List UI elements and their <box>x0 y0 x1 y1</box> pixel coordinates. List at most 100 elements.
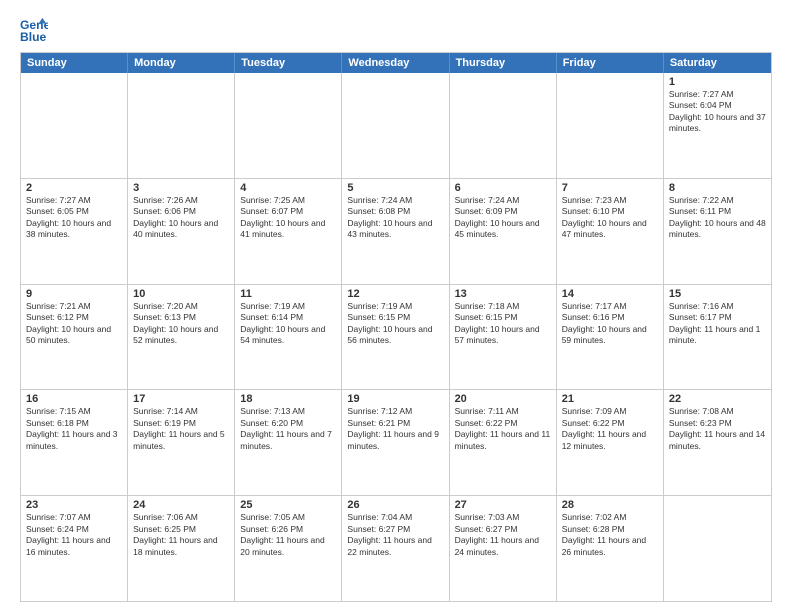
day-info: Sunrise: 7:19 AM Sunset: 6:14 PM Dayligh… <box>240 301 336 347</box>
day-number: 20 <box>455 393 551 405</box>
calendar-cell-2-6: 7Sunrise: 7:23 AM Sunset: 6:10 PM Daylig… <box>557 179 664 284</box>
calendar-cell-5-6: 28Sunrise: 7:02 AM Sunset: 6:28 PM Dayli… <box>557 496 664 601</box>
calendar-cell-5-1: 23Sunrise: 7:07 AM Sunset: 6:24 PM Dayli… <box>21 496 128 601</box>
day-number: 3 <box>133 182 229 194</box>
day-number: 24 <box>133 499 229 511</box>
day-number: 25 <box>240 499 336 511</box>
day-info: Sunrise: 7:27 AM Sunset: 6:05 PM Dayligh… <box>26 195 122 241</box>
day-number: 14 <box>562 288 658 300</box>
day-number: 4 <box>240 182 336 194</box>
calendar-week-1: 1Sunrise: 7:27 AM Sunset: 6:04 PM Daylig… <box>21 73 771 179</box>
calendar-cell-5-5: 27Sunrise: 7:03 AM Sunset: 6:27 PM Dayli… <box>450 496 557 601</box>
day-number: 2 <box>26 182 122 194</box>
calendar-cell-1-2 <box>128 73 235 178</box>
day-info: Sunrise: 7:14 AM Sunset: 6:19 PM Dayligh… <box>133 406 229 452</box>
day-number: 15 <box>669 288 766 300</box>
day-info: Sunrise: 7:25 AM Sunset: 6:07 PM Dayligh… <box>240 195 336 241</box>
calendar-cell-4-2: 17Sunrise: 7:14 AM Sunset: 6:19 PM Dayli… <box>128 390 235 495</box>
day-number: 22 <box>669 393 766 405</box>
day-info: Sunrise: 7:27 AM Sunset: 6:04 PM Dayligh… <box>669 89 766 135</box>
day-info: Sunrise: 7:18 AM Sunset: 6:15 PM Dayligh… <box>455 301 551 347</box>
calendar-cell-3-1: 9Sunrise: 7:21 AM Sunset: 6:12 PM Daylig… <box>21 285 128 390</box>
day-number: 12 <box>347 288 443 300</box>
day-number: 21 <box>562 393 658 405</box>
day-info: Sunrise: 7:07 AM Sunset: 6:24 PM Dayligh… <box>26 512 122 558</box>
header-day-thursday: Thursday <box>450 53 557 73</box>
calendar-cell-5-3: 25Sunrise: 7:05 AM Sunset: 6:26 PM Dayli… <box>235 496 342 601</box>
logo-icon: General Blue <box>20 16 48 44</box>
calendar-header: SundayMondayTuesdayWednesdayThursdayFrid… <box>21 53 771 73</box>
calendar-cell-3-4: 12Sunrise: 7:19 AM Sunset: 6:15 PM Dayli… <box>342 285 449 390</box>
header-day-saturday: Saturday <box>664 53 771 73</box>
header-day-monday: Monday <box>128 53 235 73</box>
calendar-cell-1-3 <box>235 73 342 178</box>
day-info: Sunrise: 7:05 AM Sunset: 6:26 PM Dayligh… <box>240 512 336 558</box>
calendar-cell-3-3: 11Sunrise: 7:19 AM Sunset: 6:14 PM Dayli… <box>235 285 342 390</box>
day-info: Sunrise: 7:20 AM Sunset: 6:13 PM Dayligh… <box>133 301 229 347</box>
calendar-week-5: 23Sunrise: 7:07 AM Sunset: 6:24 PM Dayli… <box>21 496 771 601</box>
day-info: Sunrise: 7:13 AM Sunset: 6:20 PM Dayligh… <box>240 406 336 452</box>
page: General Blue SundayMondayTuesdayWednesda… <box>0 0 792 612</box>
header-day-sunday: Sunday <box>21 53 128 73</box>
calendar-week-3: 9Sunrise: 7:21 AM Sunset: 6:12 PM Daylig… <box>21 285 771 391</box>
day-info: Sunrise: 7:24 AM Sunset: 6:08 PM Dayligh… <box>347 195 443 241</box>
day-number: 6 <box>455 182 551 194</box>
calendar-cell-1-1 <box>21 73 128 178</box>
day-info: Sunrise: 7:08 AM Sunset: 6:23 PM Dayligh… <box>669 406 766 452</box>
calendar-cell-4-1: 16Sunrise: 7:15 AM Sunset: 6:18 PM Dayli… <box>21 390 128 495</box>
day-number: 18 <box>240 393 336 405</box>
calendar-cell-5-2: 24Sunrise: 7:06 AM Sunset: 6:25 PM Dayli… <box>128 496 235 601</box>
calendar-cell-3-7: 15Sunrise: 7:16 AM Sunset: 6:17 PM Dayli… <box>664 285 771 390</box>
header-day-friday: Friday <box>557 53 664 73</box>
header-day-tuesday: Tuesday <box>235 53 342 73</box>
calendar-cell-1-7: 1Sunrise: 7:27 AM Sunset: 6:04 PM Daylig… <box>664 73 771 178</box>
day-info: Sunrise: 7:22 AM Sunset: 6:11 PM Dayligh… <box>669 195 766 241</box>
day-info: Sunrise: 7:06 AM Sunset: 6:25 PM Dayligh… <box>133 512 229 558</box>
day-number: 9 <box>26 288 122 300</box>
day-info: Sunrise: 7:02 AM Sunset: 6:28 PM Dayligh… <box>562 512 658 558</box>
calendar-body: 1Sunrise: 7:27 AM Sunset: 6:04 PM Daylig… <box>21 73 771 601</box>
calendar-cell-5-7 <box>664 496 771 601</box>
calendar-cell-1-6 <box>557 73 664 178</box>
header: General Blue <box>20 16 772 44</box>
calendar-cell-2-2: 3Sunrise: 7:26 AM Sunset: 6:06 PM Daylig… <box>128 179 235 284</box>
calendar-cell-2-4: 5Sunrise: 7:24 AM Sunset: 6:08 PM Daylig… <box>342 179 449 284</box>
calendar-cell-1-5 <box>450 73 557 178</box>
day-number: 17 <box>133 393 229 405</box>
day-number: 10 <box>133 288 229 300</box>
day-info: Sunrise: 7:17 AM Sunset: 6:16 PM Dayligh… <box>562 301 658 347</box>
calendar-cell-2-3: 4Sunrise: 7:25 AM Sunset: 6:07 PM Daylig… <box>235 179 342 284</box>
day-number: 11 <box>240 288 336 300</box>
day-number: 19 <box>347 393 443 405</box>
day-number: 16 <box>26 393 122 405</box>
day-info: Sunrise: 7:23 AM Sunset: 6:10 PM Dayligh… <box>562 195 658 241</box>
day-number: 1 <box>669 76 766 88</box>
day-number: 27 <box>455 499 551 511</box>
calendar-cell-2-7: 8Sunrise: 7:22 AM Sunset: 6:11 PM Daylig… <box>664 179 771 284</box>
calendar-week-4: 16Sunrise: 7:15 AM Sunset: 6:18 PM Dayli… <box>21 390 771 496</box>
calendar-cell-3-5: 13Sunrise: 7:18 AM Sunset: 6:15 PM Dayli… <box>450 285 557 390</box>
day-info: Sunrise: 7:04 AM Sunset: 6:27 PM Dayligh… <box>347 512 443 558</box>
calendar-week-2: 2Sunrise: 7:27 AM Sunset: 6:05 PM Daylig… <box>21 179 771 285</box>
day-info: Sunrise: 7:26 AM Sunset: 6:06 PM Dayligh… <box>133 195 229 241</box>
logo: General Blue <box>20 16 52 44</box>
calendar-cell-5-4: 26Sunrise: 7:04 AM Sunset: 6:27 PM Dayli… <box>342 496 449 601</box>
calendar-cell-4-4: 19Sunrise: 7:12 AM Sunset: 6:21 PM Dayli… <box>342 390 449 495</box>
day-info: Sunrise: 7:11 AM Sunset: 6:22 PM Dayligh… <box>455 406 551 452</box>
day-info: Sunrise: 7:12 AM Sunset: 6:21 PM Dayligh… <box>347 406 443 452</box>
day-number: 8 <box>669 182 766 194</box>
calendar-cell-1-4 <box>342 73 449 178</box>
header-day-wednesday: Wednesday <box>342 53 449 73</box>
day-number: 13 <box>455 288 551 300</box>
day-number: 23 <box>26 499 122 511</box>
day-info: Sunrise: 7:16 AM Sunset: 6:17 PM Dayligh… <box>669 301 766 347</box>
calendar-cell-2-1: 2Sunrise: 7:27 AM Sunset: 6:05 PM Daylig… <box>21 179 128 284</box>
day-number: 26 <box>347 499 443 511</box>
day-info: Sunrise: 7:09 AM Sunset: 6:22 PM Dayligh… <box>562 406 658 452</box>
calendar-cell-4-7: 22Sunrise: 7:08 AM Sunset: 6:23 PM Dayli… <box>664 390 771 495</box>
calendar-cell-4-3: 18Sunrise: 7:13 AM Sunset: 6:20 PM Dayli… <box>235 390 342 495</box>
calendar-cell-4-6: 21Sunrise: 7:09 AM Sunset: 6:22 PM Dayli… <box>557 390 664 495</box>
day-info: Sunrise: 7:24 AM Sunset: 6:09 PM Dayligh… <box>455 195 551 241</box>
calendar-cell-2-5: 6Sunrise: 7:24 AM Sunset: 6:09 PM Daylig… <box>450 179 557 284</box>
calendar: SundayMondayTuesdayWednesdayThursdayFrid… <box>20 52 772 602</box>
